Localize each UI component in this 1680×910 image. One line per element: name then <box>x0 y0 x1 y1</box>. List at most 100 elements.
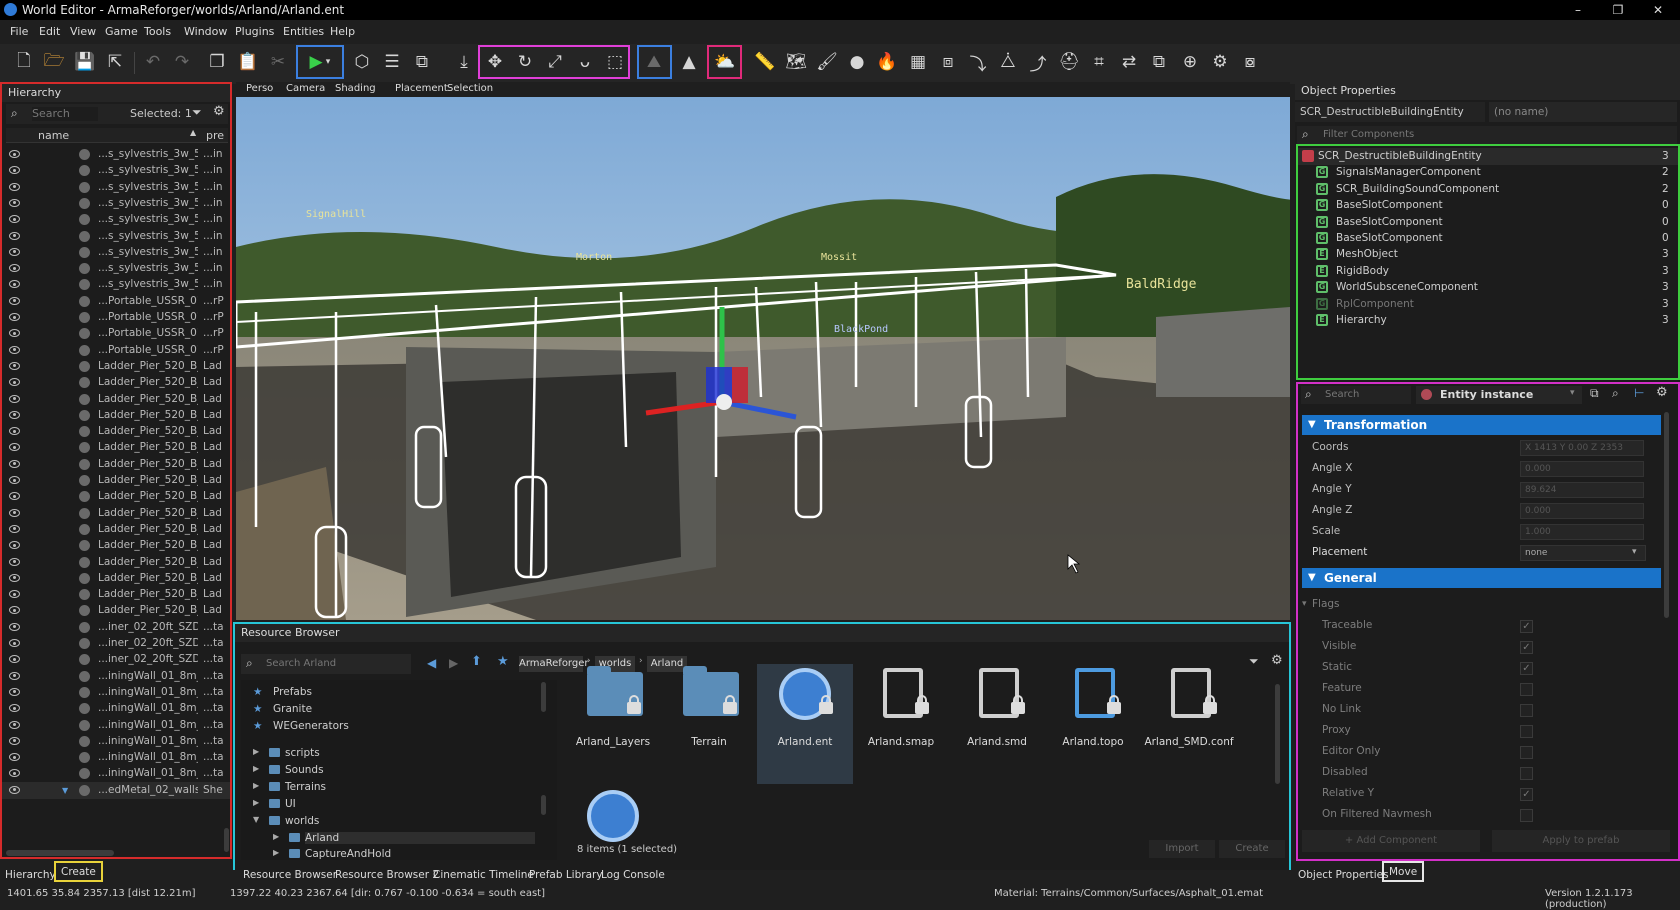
eye-icon[interactable] <box>9 704 20 713</box>
hierarchy-row[interactable]: ...Portable_USSR_01_2 ...rP <box>2 309 230 326</box>
tab-placement[interactable]: Placement <box>395 83 448 94</box>
navigate-icon[interactable]: ▲ <box>675 48 703 76</box>
hierarchy-row[interactable]: ...iner_02_20ft_SZD_3 ...ta <box>2 651 230 668</box>
swap-icon[interactable]: ⇄ <box>1115 48 1143 76</box>
hierarchy-row[interactable]: ...s_sylvestris_3w_574 ...in <box>2 179 230 196</box>
paste-icon[interactable]: 📋 <box>234 48 262 76</box>
component-row[interactable]: G BaseSlotComponent 0 <box>1298 214 1678 231</box>
eye-icon[interactable] <box>9 541 20 550</box>
play-dropdown-icon[interactable]: ▾ <box>322 48 334 76</box>
flag-checkbox[interactable]: ✓ <box>1520 641 1533 654</box>
rb-item[interactable]: Arland.ent <box>757 664 853 784</box>
component-row[interactable]: G SignalsManagerComponent 2 <box>1298 164 1678 181</box>
eye-icon[interactable] <box>9 182 20 191</box>
tree-folder[interactable]: scripts <box>285 747 320 759</box>
component-row[interactable]: G RplComponent 3 <box>1298 296 1678 313</box>
hierarchy-row[interactable]: Ladder_Pier_520_B_2 Lad <box>2 374 230 391</box>
component-row[interactable]: SCR_DestructibleBuildingEntity 3 <box>1298 148 1678 165</box>
chevron-icon[interactable]: ▼ <box>253 815 259 824</box>
component-row[interactable]: G BaseSlotComponent 0 <box>1298 197 1678 214</box>
apply-to-prefab-button[interactable]: Apply to prefab <box>1492 830 1670 852</box>
col-name[interactable]: name <box>38 129 69 142</box>
hierarchy-row[interactable]: Ladder_Pier_520_B_16 Lad <box>2 602 230 619</box>
tree-folder[interactable]: Arland <box>305 832 535 844</box>
eye-icon[interactable] <box>9 720 20 729</box>
rb-item[interactable]: Terrain <box>661 664 757 784</box>
component-row[interactable]: E RigidBody 3 <box>1298 263 1678 280</box>
tab-perso[interactable]: Perso <box>246 83 273 94</box>
map-pin-icon[interactable]: 🗺 <box>782 48 810 76</box>
import-icon[interactable]: ⤵ <box>964 48 992 76</box>
eye-icon[interactable] <box>9 590 20 599</box>
menu-help[interactable]: Help <box>330 25 355 38</box>
chevron-icon[interactable]: ▶ <box>273 848 279 857</box>
move-icon[interactable]: ✥ <box>481 48 509 76</box>
hierarchy-row[interactable]: ...iningWall_01_8m_6 ...ta <box>2 749 230 766</box>
eye-icon[interactable] <box>9 443 20 452</box>
component-row[interactable]: E MeshObject 3 <box>1298 246 1678 263</box>
hierarchy-row[interactable]: Ladder_Pier_520_B_1 Lad <box>2 358 230 375</box>
eye-icon[interactable] <box>9 639 20 647</box>
filter-components-input[interactable]: Filter Components <box>1323 129 1414 140</box>
ground-place-icon[interactable]: ⤓ <box>450 48 478 76</box>
open-external-icon[interactable]: ⧉ <box>1590 386 1599 401</box>
boxes-icon[interactable]: ⧈ <box>934 48 962 76</box>
tab-cinematic-timeline[interactable]: Cinematic Timeline <box>433 869 534 881</box>
prop-value[interactable]: 0.000 <box>1520 461 1644 477</box>
tab-log-console[interactable]: Log Console <box>601 869 665 881</box>
general-section[interactable]: ▼ General <box>1302 568 1661 588</box>
rb-item[interactable]: Arland.smap <box>853 664 949 784</box>
minimize-button[interactable]: – <box>1560 0 1596 20</box>
component-row[interactable]: G SCR_BuildingSoundComponent 2 <box>1298 181 1678 198</box>
menu-plugins[interactable]: Plugins <box>235 25 274 38</box>
redo-icon[interactable]: ↷ <box>168 48 196 76</box>
chevron-icon[interactable]: ▶ <box>273 832 279 841</box>
eye-icon[interactable] <box>9 573 20 582</box>
hierarchy-row[interactable]: Ladder_Pier_520_B_7 Lad <box>2 456 230 473</box>
filter-icon[interactable]: ⏷ <box>192 105 202 120</box>
tree-folder[interactable]: Sounds <box>285 764 324 776</box>
eye-icon[interactable] <box>9 655 20 664</box>
eye-icon[interactable] <box>9 427 20 436</box>
viewport-3d[interactable]: SignalHill Morton Mossit BaldRidge Black… <box>236 97 1290 620</box>
hierarchy-row[interactable]: Ladder_Pier_520_B_10 Lad <box>2 505 230 522</box>
eye-icon[interactable] <box>9 150 20 158</box>
hierarchy-row[interactable]: ...s_sylvestris_3w_579 ...in <box>2 260 230 277</box>
debug-icon[interactable]: ⧇ <box>1236 48 1264 76</box>
sphere-icon[interactable]: ● <box>843 48 871 76</box>
menu-view[interactable]: View <box>70 25 96 38</box>
tab-selection[interactable]: Selection <box>447 83 493 94</box>
gear-icon[interactable]: ⚙ <box>213 104 225 119</box>
menu-entities[interactable]: Entities <box>283 25 324 38</box>
open-folder-icon[interactable]: 🗁 <box>40 48 68 76</box>
hierarchy-vscrollbar[interactable] <box>224 828 229 852</box>
flag-checkbox[interactable] <box>1520 746 1533 759</box>
copy-icon[interactable]: ⧉ <box>1145 48 1173 76</box>
hierarchy-row[interactable]: Ladder_Pier_520_B_12 Lad <box>2 537 230 554</box>
save-icon[interactable]: 💾 <box>71 48 99 76</box>
component-row[interactable]: E Hierarchy 3 <box>1298 312 1678 329</box>
stack-icon[interactable]: ⧊ <box>994 48 1022 76</box>
tab-hierarchy[interactable]: Hierarchy <box>5 869 56 881</box>
tab-create[interactable]: Create <box>54 861 103 882</box>
ruler-icon[interactable]: 📏 <box>751 48 779 76</box>
helmet-icon[interactable]: ⛑ <box>1055 48 1083 76</box>
maximize-button[interactable]: ❐ <box>1600 0 1636 20</box>
menu-edit[interactable]: Edit <box>39 25 60 38</box>
eye-icon[interactable] <box>9 361 20 370</box>
hierarchy-row[interactable]: ...iner_02_20ft_SZD_2 ...ta <box>2 635 230 652</box>
add-component-button[interactable]: + Add Component <box>1302 830 1480 852</box>
hierarchy-row[interactable]: ...iningWall_01_8m_5 ...ta <box>2 733 230 750</box>
entity-instance-select[interactable]: Entity instance ▾ <box>1416 386 1582 404</box>
flag-checkbox[interactable]: ✓ <box>1520 662 1533 675</box>
properties-scrollbar[interactable] <box>1664 412 1669 618</box>
cube-icon[interactable]: ⬡ <box>348 48 376 76</box>
hierarchy-row[interactable]: Ladder_Pier_520_B_8 Lad <box>2 472 230 489</box>
flag-checkbox[interactable] <box>1520 683 1533 696</box>
hierarchy-row[interactable]: Ladder_Pier_520_B_15 Lad <box>2 586 230 603</box>
hierarchy-row[interactable]: ...s_sylvestris_3w_578 ...in <box>2 244 230 261</box>
eye-icon[interactable] <box>9 622 20 631</box>
frame-icon[interactable]: ⌗ <box>1085 48 1113 76</box>
import-button[interactable]: Import <box>1149 840 1215 858</box>
flag-checkbox[interactable] <box>1520 725 1533 738</box>
